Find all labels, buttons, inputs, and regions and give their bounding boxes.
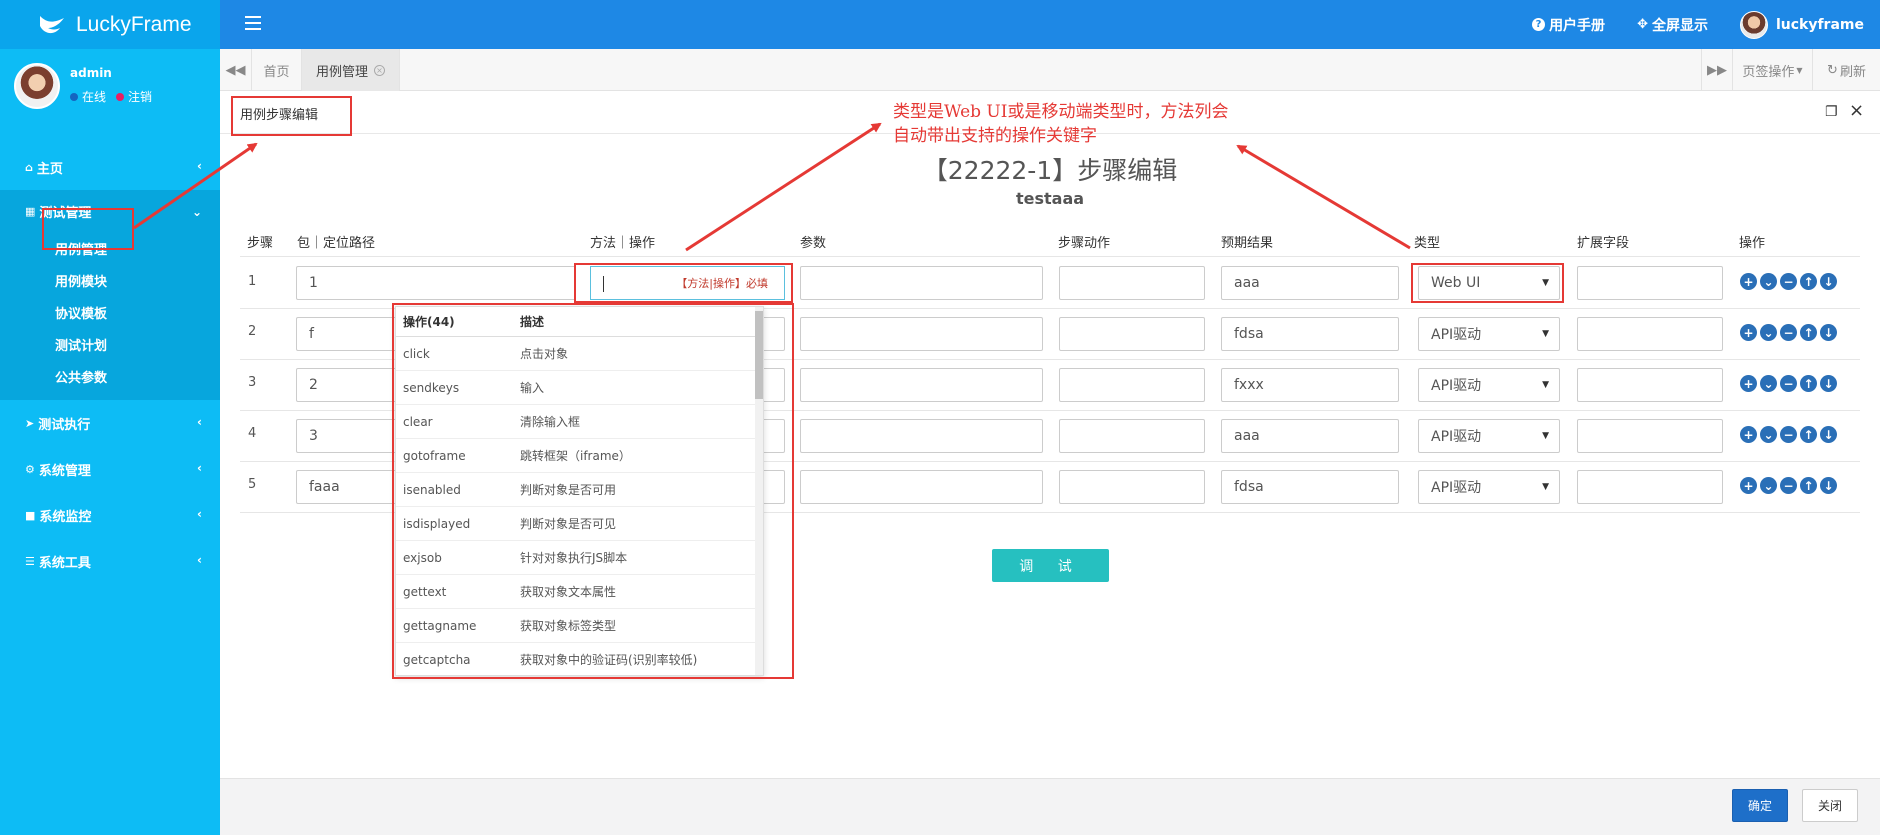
annotation-arrow-to-text-left <box>686 124 880 250</box>
annotation-arrows <box>0 0 1880 835</box>
annotation-arrow-to-text-right <box>1238 146 1410 248</box>
annotation-arrow-to-title <box>134 144 256 228</box>
